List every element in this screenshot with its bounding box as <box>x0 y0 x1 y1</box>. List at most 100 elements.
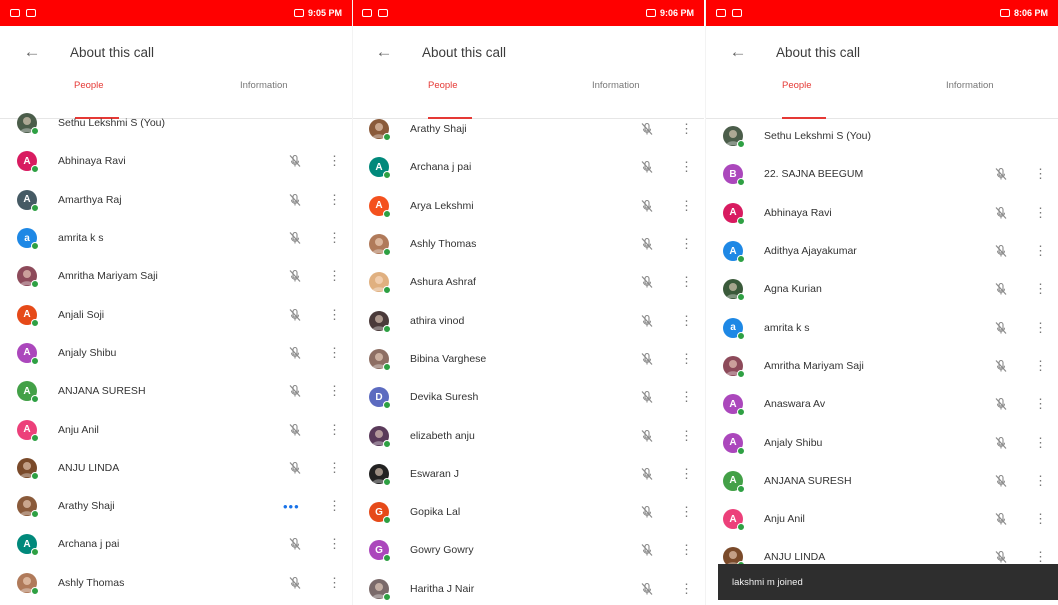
participant-row[interactable]: Sethu Lekshmi S (You) <box>706 117 1058 155</box>
participant-row[interactable]: a amrita k s ⋮ <box>0 219 352 257</box>
tab-people[interactable]: People <box>428 80 458 91</box>
avatar-initial: A <box>729 437 737 449</box>
more-vert-icon[interactable]: ⋮ <box>1034 473 1047 488</box>
more-vert-icon[interactable]: ⋮ <box>1034 167 1047 181</box>
participant-name: Anju Anil <box>58 423 99 436</box>
avatar-initial: A <box>729 475 737 487</box>
more-vert-icon[interactable]: ⋮ <box>328 537 341 551</box>
avatar-initial: A <box>375 161 383 173</box>
mic-off-icon <box>640 467 654 481</box>
avatar <box>17 496 39 519</box>
more-vert-icon[interactable]: ⋮ <box>1034 512 1047 526</box>
more-vert-icon[interactable]: ⋮ <box>1034 244 1047 258</box>
participant-row[interactable]: A Anju Anil ⋮ <box>0 410 352 448</box>
participant-row[interactable]: A Abhinaya Ravi ⋮ <box>0 142 352 180</box>
more-vert-icon[interactable]: ⋮ <box>680 581 693 596</box>
participant-row[interactable]: Eswaran J ⋮ <box>352 455 704 493</box>
tab-information[interactable]: Information <box>946 80 994 91</box>
mic-off-icon <box>640 237 654 251</box>
more-vert-icon[interactable]: ⋮ <box>328 499 341 513</box>
back-arrow-icon[interactable]: ← <box>22 42 42 62</box>
participant-row[interactable]: ANJU LINDA ⋮ <box>0 449 352 487</box>
mic-off-icon <box>288 461 302 475</box>
participant-row[interactable]: A Amarthya Raj ⋮ <box>0 181 352 219</box>
participant-row[interactable]: A Archana j pai ⋮ <box>352 148 704 186</box>
more-vert-icon[interactable]: ⋮ <box>328 345 341 360</box>
participant-row[interactable]: Agna Kurian ⋮ <box>706 270 1058 308</box>
participant-row[interactable]: A Arya Lekshmi ⋮ <box>352 187 704 225</box>
participant-row[interactable]: Bibina Varghese ⋮ <box>352 340 704 378</box>
more-vert-icon[interactable]: ⋮ <box>680 313 693 328</box>
more-vert-icon[interactable]: ⋮ <box>1034 205 1047 220</box>
participant-row[interactable]: D Devika Suresh ⋮ <box>352 378 704 416</box>
more-vert-icon[interactable]: ⋮ <box>680 390 693 404</box>
tab-information[interactable]: Information <box>240 80 288 91</box>
more-vert-icon[interactable]: ⋮ <box>680 160 693 174</box>
tab-people[interactable]: People <box>74 80 104 91</box>
more-vert-icon[interactable]: ⋮ <box>328 575 341 590</box>
participant-name: Arathy Shaji <box>410 123 467 136</box>
more-vert-icon[interactable]: ⋮ <box>680 543 693 557</box>
participant-row[interactable]: B 22. SAJNA BEEGUM ⋮ <box>706 155 1058 193</box>
back-arrow-icon[interactable]: ← <box>374 42 394 62</box>
participant-row[interactable]: a amrita k s ⋮ <box>706 308 1058 346</box>
more-vert-icon[interactable]: ⋮ <box>328 460 341 475</box>
participant-row[interactable]: Ashly Thomas ⋮ <box>0 564 352 602</box>
avatar-initial: A <box>729 245 737 257</box>
participant-row[interactable]: athira vinod ⋮ <box>352 301 704 339</box>
participant-row[interactable]: Haritha J Nair ⋮ <box>352 570 704 605</box>
more-vert-icon[interactable]: ⋮ <box>1034 397 1047 411</box>
participant-row[interactable]: A Anaswara Av ⋮ <box>706 385 1058 423</box>
participant-row[interactable]: A ANJANA SURESH ⋮ <box>706 462 1058 500</box>
participant-row[interactable]: Amritha Mariyam Saji ⋮ <box>706 347 1058 385</box>
participant-row[interactable]: A Abhinaya Ravi ⋮ <box>706 194 1058 232</box>
participant-name: Sethu Lekshmi S (You) <box>58 117 166 130</box>
participant-row[interactable]: Arathy Shaji ⋮ <box>352 110 704 148</box>
more-vert-icon[interactable]: ⋮ <box>1034 435 1047 450</box>
avatar: a <box>723 317 745 340</box>
participant-row[interactable]: A Anju Anil ⋮ <box>706 500 1058 538</box>
avatar <box>369 425 391 448</box>
more-vert-icon[interactable]: ⋮ <box>328 231 341 245</box>
tab-people[interactable]: People <box>782 80 812 91</box>
more-vert-icon[interactable]: ⋮ <box>328 307 341 322</box>
online-status-dot <box>383 133 391 142</box>
more-vert-icon[interactable]: ⋮ <box>680 428 693 443</box>
more-vert-icon[interactable]: ⋮ <box>1034 550 1047 564</box>
more-vert-icon[interactable]: ⋮ <box>1034 320 1047 335</box>
more-vert-icon[interactable]: ⋮ <box>1034 282 1047 296</box>
participant-row[interactable]: A Anjaly Shibu ⋮ <box>706 423 1058 461</box>
more-vert-icon[interactable]: ⋮ <box>680 198 693 213</box>
participant-row[interactable]: Ashura Ashraf ⋮ <box>352 263 704 301</box>
participant-row[interactable]: A Anjali Soji ⋮ <box>0 295 352 333</box>
participant-row[interactable]: G Gopika Lal ⋮ <box>352 493 704 531</box>
participant-row[interactable]: A Anjaly Shibu ⋮ <box>0 334 352 372</box>
participant-row[interactable]: elizabeth anju ⋮ <box>352 416 704 454</box>
participant-row[interactable]: A ANJANA SURESH ⋮ <box>0 372 352 410</box>
more-vert-icon[interactable]: ⋮ <box>680 351 693 366</box>
more-vert-icon[interactable]: ⋮ <box>328 192 341 207</box>
participant-row[interactable]: Ashly Thomas ⋮ <box>352 225 704 263</box>
more-vert-icon[interactable]: ⋮ <box>680 237 693 251</box>
more-vert-icon[interactable]: ⋮ <box>1034 358 1047 373</box>
tab-information[interactable]: Information <box>592 80 640 91</box>
online-status-dot <box>737 484 745 493</box>
participant-row[interactable]: Sethu Lekshmi S (You) <box>0 104 352 142</box>
more-vert-icon[interactable]: ⋮ <box>328 384 341 398</box>
mic-off-icon <box>288 537 302 551</box>
more-vert-icon[interactable]: ⋮ <box>328 154 341 168</box>
participant-row[interactable]: A Adithya Ajayakumar ⋮ <box>706 232 1058 270</box>
back-arrow-icon[interactable]: ← <box>728 42 748 62</box>
more-vert-icon[interactable]: ⋮ <box>680 122 693 136</box>
participant-row[interactable]: G Gowry Gowry ⋮ <box>352 531 704 569</box>
participant-name: Agna Kurian <box>764 283 822 296</box>
more-vert-icon[interactable]: ⋮ <box>328 269 341 283</box>
participant-row[interactable]: Amritha Mariyam Saji ⋮ <box>0 257 352 295</box>
more-vert-icon[interactable]: ⋮ <box>680 275 693 289</box>
more-vert-icon[interactable]: ⋮ <box>680 466 693 481</box>
more-vert-icon[interactable]: ⋮ <box>328 422 341 437</box>
participant-row[interactable]: A Archana j pai ⋮ <box>0 525 352 563</box>
participant-row[interactable]: Arathy Shaji ••• ⋮ <box>0 487 352 525</box>
more-vert-icon[interactable]: ⋮ <box>680 505 693 519</box>
online-status-dot <box>383 516 391 525</box>
